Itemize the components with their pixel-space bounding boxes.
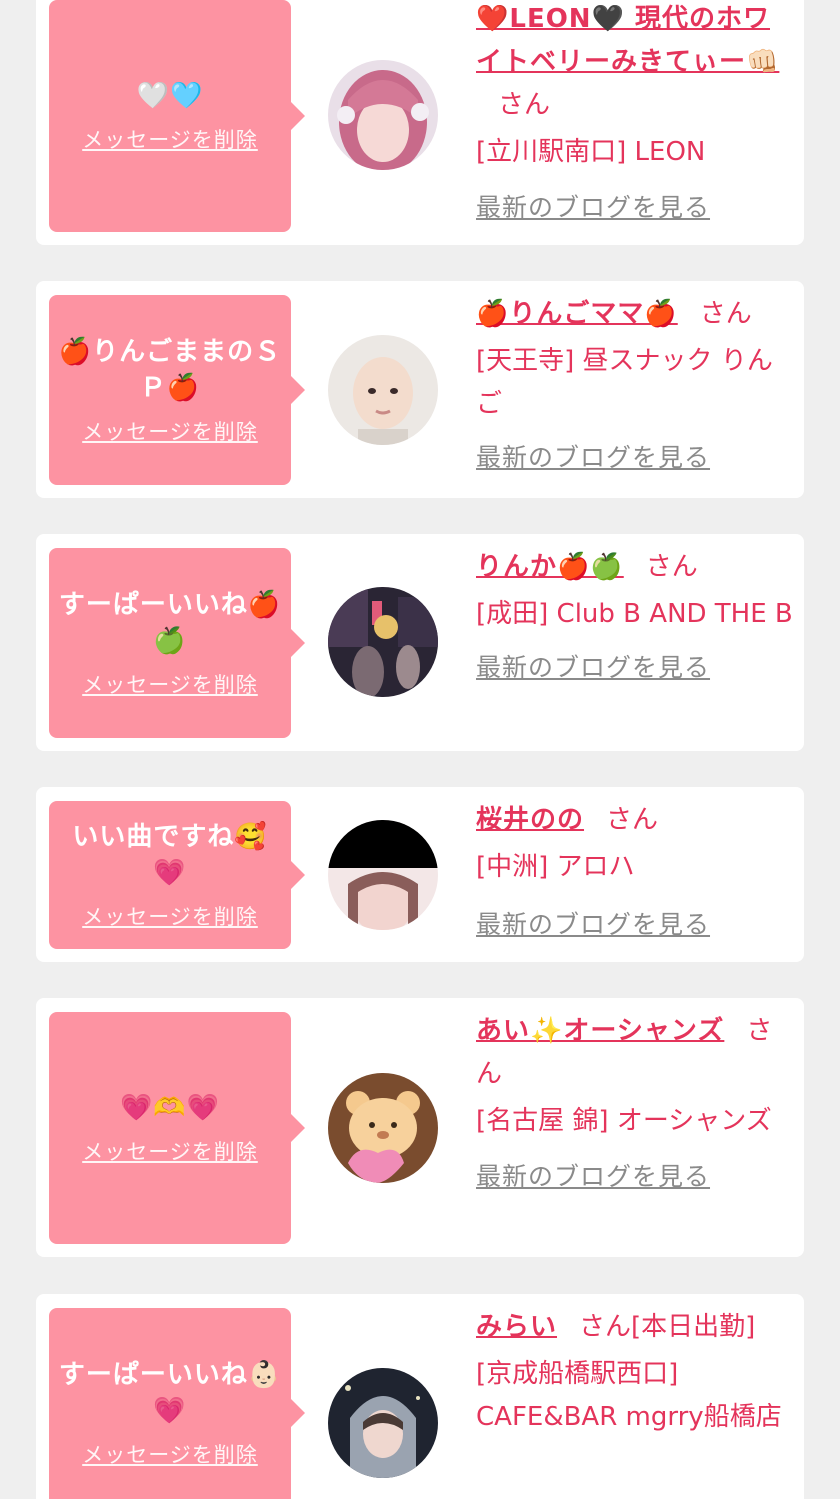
- list-item: 🤍🩵 メッセージを削除 ❤️LEON🖤 現代のホワイトベリーみきてぃー👊🏻 さん …: [36, 0, 804, 245]
- message-bubble: 🤍🩵 メッセージを削除: [49, 0, 305, 232]
- latest-blog-link[interactable]: 最新のブログを見る: [476, 1155, 794, 1198]
- avatar-dark-top-icon: [328, 820, 438, 930]
- delete-message-link[interactable]: メッセージを削除: [82, 901, 258, 931]
- message-text: 💗🫶💗: [119, 1093, 221, 1123]
- shop-label: [京成船橋駅西口] CAFE&BAR mgrry船橋店: [476, 1359, 782, 1432]
- message-bubble: すーぱーいいね👶🏻💗 メッセージを削除: [49, 1308, 305, 1499]
- shop-label: [天王寺] 昼スナック りんご: [476, 346, 773, 419]
- user-name-link[interactable]: りんか🍎🍏: [476, 552, 624, 582]
- list-item: いい曲ですね🥰💗 メッセージを削除 桜井のの さん [中洲] アロハ 最新のブログ…: [36, 787, 804, 962]
- user-name-link[interactable]: 🍎りんごママ🍎: [476, 299, 678, 329]
- user-name-link[interactable]: あい✨オーシャンズ: [476, 1016, 724, 1046]
- message-bubble: 💗🫶💗 メッセージを削除: [49, 1012, 305, 1244]
- avatar[interactable]: [328, 820, 438, 930]
- delete-message-link[interactable]: メッセージを削除: [82, 416, 258, 446]
- latest-blog-link[interactable]: 最新のブログを見る: [476, 903, 794, 946]
- latest-blog-link[interactable]: 最新のブログを見る: [476, 646, 794, 689]
- shop-label: [立川駅南口] LEON: [476, 137, 706, 167]
- user-name-link[interactable]: ❤️LEON🖤 現代のホワイトベリーみきてぃー👊🏻: [476, 4, 779, 77]
- delete-message-link[interactable]: メッセージを削除: [82, 124, 258, 154]
- working-today-badge: [本日出勤]: [631, 1312, 756, 1342]
- favorites-list: 🤍🩵 メッセージを削除 ❤️LEON🖤 現代のホワイトベリーみきてぃー👊🏻 さん …: [0, 0, 840, 1499]
- user-info: みらい さん[本日出勤] [京成船橋駅西口] CAFE&BAR mgrry船橋店: [476, 1306, 794, 1439]
- san-suffix: さん: [498, 90, 551, 120]
- message-text: すーぱーいいね🍎🍏: [58, 590, 282, 656]
- avatar-bald-face-icon: [328, 335, 438, 445]
- user-info: 桜井のの さん [中洲] アロハ 最新のブログを見る: [476, 799, 794, 946]
- san-suffix: さん: [645, 552, 698, 582]
- message-bubble: すーぱーいいね🍎🍏 メッセージを削除: [49, 548, 305, 738]
- latest-blog-link[interactable]: 最新のブログを見る: [476, 186, 794, 229]
- shop-label: [中洲] アロハ: [476, 852, 635, 882]
- avatar[interactable]: [328, 1368, 438, 1478]
- message-text: すーぱーいいね👶🏻💗: [58, 1360, 282, 1426]
- message-text: 🤍🩵: [136, 81, 204, 111]
- san-suffix: さん: [579, 1312, 632, 1342]
- user-info: あい✨オーシャンズ さん [名古屋 錦] オーシャンズ 最新のブログを見る: [476, 1010, 794, 1198]
- user-info: りんか🍎🍏 さん [成田] Club B AND THE B 最新のブログを見る: [476, 546, 794, 689]
- avatar[interactable]: [328, 335, 438, 445]
- user-name-link[interactable]: みらい: [476, 1312, 557, 1342]
- avatar-bear-icon: [328, 1073, 438, 1183]
- shop-label: [名古屋 錦] オーシャンズ: [476, 1106, 772, 1136]
- shop-label: [成田] Club B AND THE B: [476, 599, 793, 629]
- avatar-night-street-icon: [328, 587, 438, 697]
- san-suffix: さん: [606, 805, 659, 835]
- delete-message-link[interactable]: メッセージを削除: [82, 1439, 258, 1469]
- list-item: すーぱーいいね🍎🍏 メッセージを削除 りんか🍎🍏 さん [成田] Club B A…: [36, 534, 804, 751]
- user-info: ❤️LEON🖤 現代のホワイトベリーみきてぃー👊🏻 さん [立川駅南口] LEON…: [476, 0, 794, 229]
- delete-message-link[interactable]: メッセージを削除: [82, 1136, 258, 1166]
- san-suffix: さん: [699, 299, 752, 329]
- list-item: 💗🫶💗 メッセージを削除 あい✨オーシャンズ さん [名古屋 錦] オーシャンズ …: [36, 998, 804, 1257]
- user-name-link[interactable]: 桜井のの: [476, 805, 584, 835]
- list-item: 🍎りんごままのＳＰ🍎 メッセージを削除 🍎りんごママ🍎 さん [天王寺] 昼スナッ…: [36, 281, 804, 498]
- latest-blog-link[interactable]: 最新のブログを見る: [476, 436, 794, 479]
- message-text: いい曲ですね🥰💗: [72, 822, 268, 888]
- avatar-pink-hair-icon: [328, 60, 438, 170]
- message-bubble: 🍎りんごままのＳＰ🍎 メッセージを削除: [49, 295, 305, 485]
- list-item: すーぱーいいね👶🏻💗 メッセージを削除 みらい さん[本日出勤] [京成船橋駅西口…: [36, 1294, 804, 1499]
- avatar-hood-icon: [328, 1368, 438, 1478]
- delete-message-link[interactable]: メッセージを削除: [82, 669, 258, 699]
- message-bubble: いい曲ですね🥰💗 メッセージを削除: [49, 801, 305, 949]
- message-text: 🍎りんごままのＳＰ🍎: [58, 337, 282, 403]
- avatar[interactable]: [328, 60, 438, 170]
- avatar[interactable]: [328, 1073, 438, 1183]
- avatar[interactable]: [328, 587, 438, 697]
- user-info: 🍎りんごママ🍎 さん [天王寺] 昼スナック りんご 最新のブログを見る: [476, 293, 794, 479]
